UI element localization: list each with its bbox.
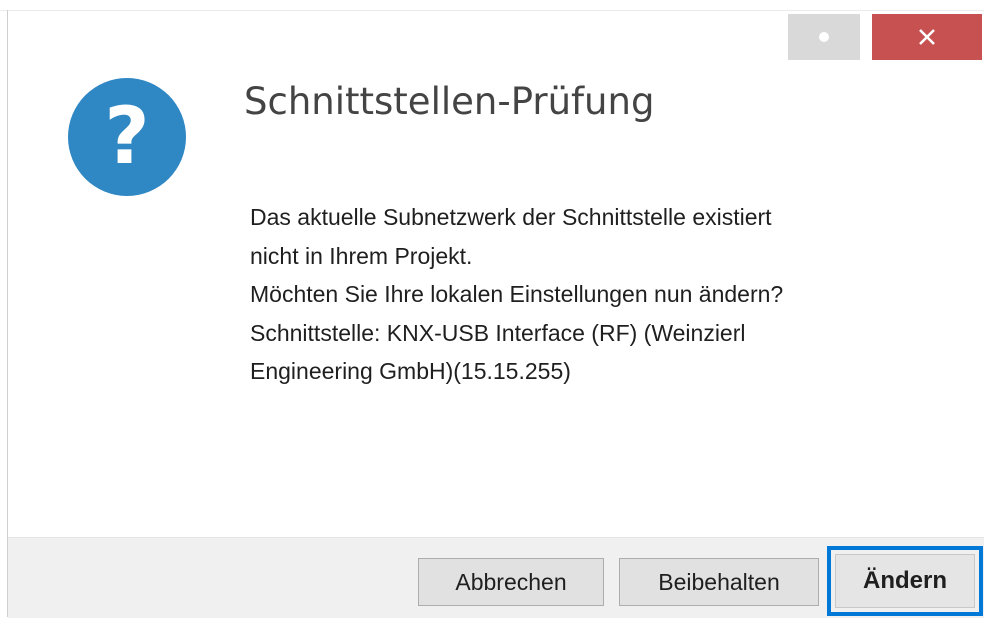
circle-dot-icon (819, 32, 829, 42)
dialog-top-edge (0, 0, 984, 11)
dialog-left-border (7, 10, 8, 617)
question-icon-glyph: ? (104, 92, 150, 182)
cancel-button[interactable]: Abbrechen (418, 558, 604, 606)
keep-button[interactable]: Beibehalten (619, 558, 819, 606)
message-line: Möchten Sie Ihre lokalen Einstellungen n… (250, 281, 784, 307)
message-line: Engineering GmbH)(15.15.255) (250, 358, 571, 384)
change-button[interactable]: Ändern (827, 546, 983, 616)
interface-check-dialog: ? Schnittstellen-Prüfung Das aktuelle Su… (0, 0, 984, 618)
message-line: Schnittstelle: KNX-USB Interface (RF) (W… (250, 319, 746, 346)
close-icon (919, 29, 935, 45)
dialog-message: Das aktuelle Subnetzwerk der Schnittstel… (250, 198, 950, 391)
change-button-label: Ändern (835, 554, 975, 608)
close-window-button[interactable] (872, 14, 982, 60)
question-icon: ? (68, 78, 186, 196)
help-window-button[interactable] (788, 14, 860, 60)
message-line: nicht in Ihrem Projekt. (250, 242, 473, 269)
dialog-title: Schnittstellen-Prüfung (244, 80, 655, 123)
message-line: Das aktuelle Subnetzwerk der Schnittstel… (250, 204, 772, 230)
